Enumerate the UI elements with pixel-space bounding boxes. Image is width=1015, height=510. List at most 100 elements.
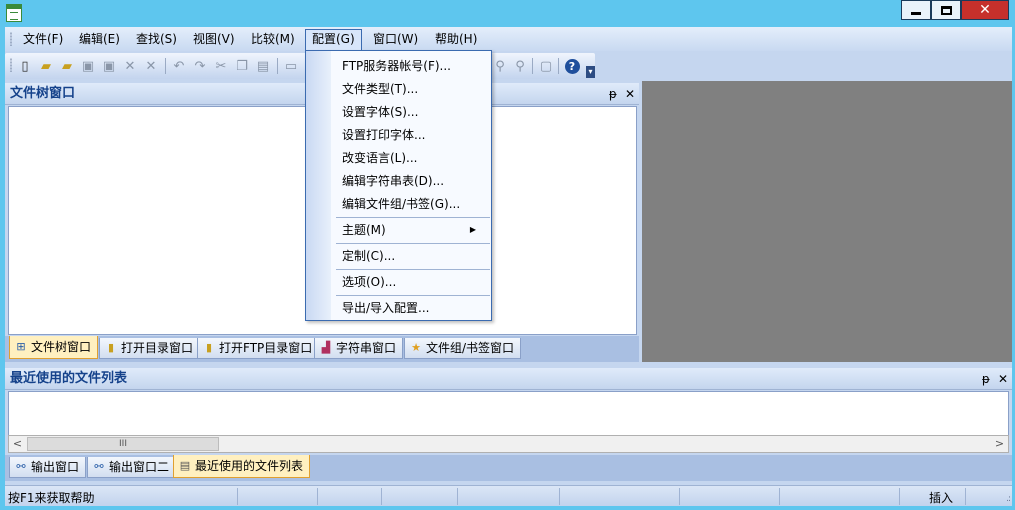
status-cell	[457, 488, 458, 505]
tab-label: 文件树窗口	[31, 340, 92, 354]
size-grip-icon[interactable]: .:	[1006, 494, 1011, 504]
menu-bar: 文件(F) 编辑(E) 查找(S) 视图(V) 比较(M) 配置(G) 窗口(W…	[5, 27, 1012, 51]
status-cell	[381, 488, 382, 505]
status-cell	[679, 488, 680, 505]
panel-close-icon[interactable]: ✕	[998, 368, 1008, 390]
minimize-icon	[911, 11, 921, 15]
cut-icon[interactable]: ✂	[213, 58, 229, 74]
toolbar-separator	[277, 58, 278, 74]
toolbar-grip-icon[interactable]	[10, 58, 12, 72]
toolbar-separator	[532, 58, 533, 74]
undo-icon[interactable]: ↶	[171, 58, 187, 74]
compare-folders-icon[interactable]: ⚲	[512, 58, 528, 74]
scroll-right-icon[interactable]: >	[991, 436, 1008, 452]
tab-output-2[interactable]: ⚯ 输出窗口二	[87, 457, 177, 478]
output-icon: ⚯	[16, 460, 26, 473]
file-tree-controls: ᵽ ✕	[609, 83, 635, 105]
menu-find[interactable]: 查找(S)	[130, 29, 183, 49]
window-controls: ✕	[901, 0, 1009, 20]
menu-item-ftp-accounts[interactable]: FTP服务器帐号(F)...	[342, 55, 451, 77]
menu-item-change-language[interactable]: 改变语言(L)...	[342, 147, 418, 169]
tab-file-tree[interactable]: ⊞ 文件树窗口	[9, 336, 99, 359]
open-ftp-icon[interactable]: ▰	[59, 58, 75, 74]
menu-separator	[336, 217, 490, 218]
pin-icon[interactable]: ᵽ	[982, 368, 990, 390]
file-tree-title: 文件树窗口	[10, 86, 76, 101]
hex-view-icon[interactable]: ▢	[538, 58, 554, 74]
new-file-icon[interactable]: ▯	[17, 58, 33, 74]
minimize-button[interactable]	[901, 0, 931, 20]
recent-files-controls: ᵽ ✕	[982, 368, 1008, 390]
left-tab-strip: ⊞ 文件树窗口 ▮ 打开目录窗口 ▮ 打开FTP目录窗口 ▟ 字符串窗口 ★ 文…	[5, 336, 639, 362]
menu-item-set-print-font[interactable]: 设置打印字体...	[342, 124, 425, 146]
toolbar-overflow-icon[interactable]: ▾	[586, 66, 595, 78]
tab-label: 字符串窗口	[336, 341, 397, 355]
menu-item-options[interactable]: 选项(O)...	[342, 271, 396, 293]
toolbar: ▯ ▰ ▰ ▣ ▣ ✕ ✕ ↶ ↷ ✂ ❐ ▤ ▭ ⚲ ⚲ ▢ ? ▾	[5, 53, 595, 79]
status-cell	[899, 488, 900, 505]
save-icon[interactable]: ▣	[80, 58, 96, 74]
horizontal-scrollbar[interactable]: < III >	[8, 435, 1009, 453]
tab-label: 文件组/书签窗口	[426, 341, 515, 355]
pin-icon[interactable]: ᵽ	[609, 83, 617, 105]
redo-icon[interactable]: ↷	[192, 58, 208, 74]
menu-item-theme-label: 主题(M)	[342, 223, 386, 237]
tab-label: 输出窗口二	[109, 460, 170, 474]
tab-label: 输出窗口	[31, 460, 80, 474]
menu-item-export-import[interactable]: 导出/导入配置...	[342, 297, 430, 319]
menu-item-edit-string-table[interactable]: 编辑字符串表(D)...	[342, 170, 444, 192]
menu-item-theme[interactable]: 主题(M) ▶	[342, 219, 486, 241]
open-folder-icon: ▮	[107, 341, 115, 354]
menu-item-edit-file-groups[interactable]: 编辑文件组/书签(G)...	[342, 193, 460, 215]
tab-strings[interactable]: ▟ 字符串窗口	[314, 338, 404, 359]
menu-config[interactable]: 配置(G)	[305, 29, 362, 51]
menu-edit[interactable]: 编辑(E)	[73, 29, 126, 49]
scroll-thumb[interactable]: III	[27, 437, 219, 451]
compare-icon[interactable]: ⚲	[492, 58, 508, 74]
tab-ftp-folder[interactable]: ▮ 打开FTP目录窗口	[197, 338, 320, 359]
save-all-icon[interactable]: ▣	[101, 58, 117, 74]
menu-item-customize[interactable]: 定制(C)...	[342, 245, 395, 267]
config-dropdown-menu: FTP服务器帐号(F)... 文件类型(T)... 设置字体(S)... 设置打…	[305, 50, 492, 321]
mdi-workspace[interactable]	[642, 81, 1012, 362]
tab-output[interactable]: ⚯ 输出窗口	[9, 457, 87, 478]
recent-files-title: 最近使用的文件列表	[10, 371, 128, 386]
status-bar: 按F1来获取帮助 插入 .:	[5, 485, 1012, 506]
toolbar-separator	[558, 58, 559, 74]
open-file-icon[interactable]: ▰	[38, 58, 54, 74]
menu-separator	[336, 295, 490, 296]
insert-mode-indicator: 插入	[929, 491, 954, 505]
help-icon: ?	[564, 58, 580, 74]
help-button[interactable]: ?	[564, 58, 580, 74]
menu-item-set-font[interactable]: 设置字体(S)...	[342, 101, 418, 123]
menu-file[interactable]: 文件(F)	[17, 29, 69, 49]
app-icon[interactable]	[6, 4, 22, 22]
tab-label: 最近使用的文件列表	[195, 459, 304, 473]
menu-compare[interactable]: 比较(M)	[245, 29, 301, 49]
menubar-grip-icon[interactable]	[10, 32, 12, 46]
recent-files-title-bar: 最近使用的文件列表 ᵽ ✕	[5, 368, 1012, 390]
menu-separator	[336, 269, 490, 270]
menu-window[interactable]: 窗口(W)	[367, 29, 424, 49]
copy-icon[interactable]: ❐	[234, 58, 250, 74]
panel-close-icon[interactable]: ✕	[625, 83, 635, 105]
close-button[interactable]: ✕	[961, 0, 1009, 20]
status-cell	[965, 488, 966, 505]
maximize-button[interactable]	[931, 0, 961, 20]
paste-icon[interactable]: ▤	[255, 58, 271, 74]
menu-view[interactable]: 视图(V)	[187, 29, 241, 49]
tab-open-folder[interactable]: ▮ 打开目录窗口	[99, 338, 201, 359]
view-icon[interactable]: ▭	[283, 58, 299, 74]
menu-help[interactable]: 帮助(H)	[429, 29, 483, 49]
menu-item-file-types[interactable]: 文件类型(T)...	[342, 78, 418, 100]
tab-bookmarks[interactable]: ★ 文件组/书签窗口	[404, 338, 522, 359]
close-file-icon[interactable]: ✕	[122, 58, 138, 74]
status-cell	[559, 488, 560, 505]
status-cell	[779, 488, 780, 505]
scroll-left-icon[interactable]: <	[9, 436, 26, 452]
tab-recent-files[interactable]: ▤ 最近使用的文件列表	[173, 455, 311, 478]
toolbar-separator	[165, 58, 166, 74]
recent-list-icon: ▤	[179, 459, 191, 472]
output-icon: ⚯	[94, 460, 104, 473]
close-all-icon[interactable]: ✕	[143, 58, 159, 74]
